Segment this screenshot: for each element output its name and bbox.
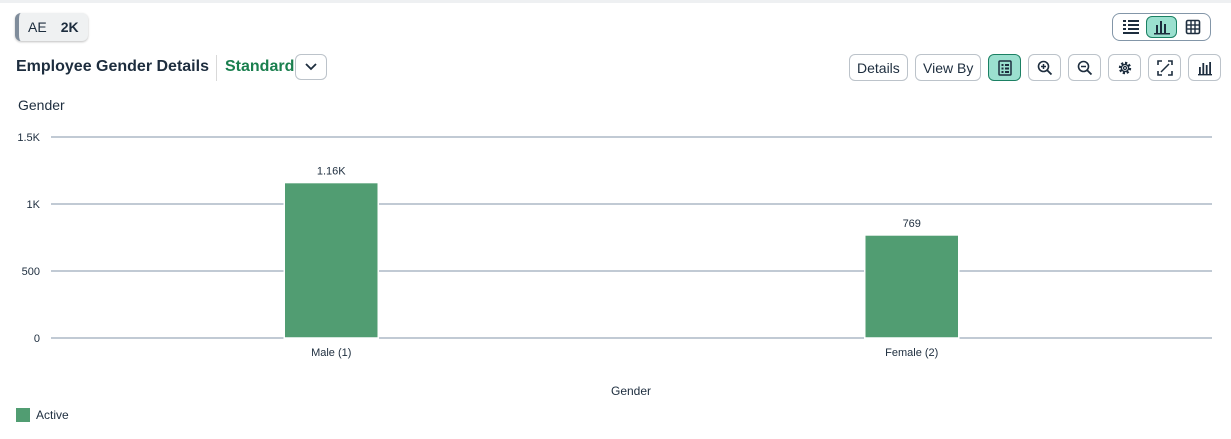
- chart-view-button[interactable]: [1146, 16, 1177, 38]
- zoom-in-icon: [1037, 60, 1052, 75]
- y-tick-label: 500: [22, 266, 40, 278]
- chart-legend[interactable]: Active: [16, 408, 69, 422]
- bar-chart-icon: [1153, 21, 1170, 35]
- legend-toggle-button[interactable]: [988, 54, 1021, 81]
- bar-chart: 0 500 1K 1.5K 1.16K Male (1) 769 Female (2) Gend…: [17, 132, 1212, 398]
- details-button[interactable]: Details: [849, 54, 908, 81]
- table-view-button[interactable]: [1177, 16, 1208, 38]
- top-border: [0, 0, 1231, 3]
- settings-button[interactable]: [1108, 54, 1141, 81]
- fullscreen-icon: [1156, 59, 1173, 76]
- chart-title: Gender: [18, 97, 65, 113]
- variant-name[interactable]: Standard: [225, 58, 294, 76]
- token-2k[interactable]: 2K: [61, 19, 79, 35]
- chart-table-icon: [1122, 20, 1139, 34]
- view-switch[interactable]: [1112, 13, 1211, 41]
- x-tick-label: Male (1): [311, 347, 351, 359]
- legend-label: Active: [36, 408, 69, 422]
- grid-table-icon: [1185, 19, 1200, 35]
- x-tick-label: Female (2): [885, 347, 938, 359]
- legend-icon: [997, 59, 1012, 76]
- legend-swatch: [16, 408, 30, 422]
- chart-type-button[interactable]: [1188, 54, 1221, 81]
- y-tick-label: 0: [34, 333, 40, 345]
- zoom-out-icon: [1077, 60, 1092, 75]
- variant-dropdown-button[interactable]: [295, 54, 327, 80]
- table-chart-view-button[interactable]: [1115, 16, 1146, 38]
- y-tick-label: 1K: [27, 199, 41, 211]
- gear-icon: [1118, 61, 1131, 74]
- data-label: 1.16K: [317, 166, 346, 178]
- token-ae[interactable]: AE: [28, 19, 47, 35]
- chevron-down-icon: [305, 63, 317, 71]
- zoom-out-button[interactable]: [1068, 54, 1101, 81]
- title-divider: [216, 55, 217, 81]
- view-by-button[interactable]: View By: [915, 54, 982, 81]
- token-selector[interactable]: AE 2K: [15, 13, 88, 41]
- x-axis-label: Gender: [611, 384, 651, 398]
- bar[interactable]: [283, 181, 379, 339]
- column-chart-icon: [1197, 61, 1212, 75]
- bar[interactable]: [864, 234, 960, 339]
- data-label: 769: [903, 218, 921, 230]
- page-title: Employee Gender Details: [16, 58, 209, 75]
- y-tick-label: 1.5K: [17, 132, 40, 144]
- fullscreen-button[interactable]: [1148, 54, 1181, 81]
- zoom-in-button[interactable]: [1028, 54, 1061, 81]
